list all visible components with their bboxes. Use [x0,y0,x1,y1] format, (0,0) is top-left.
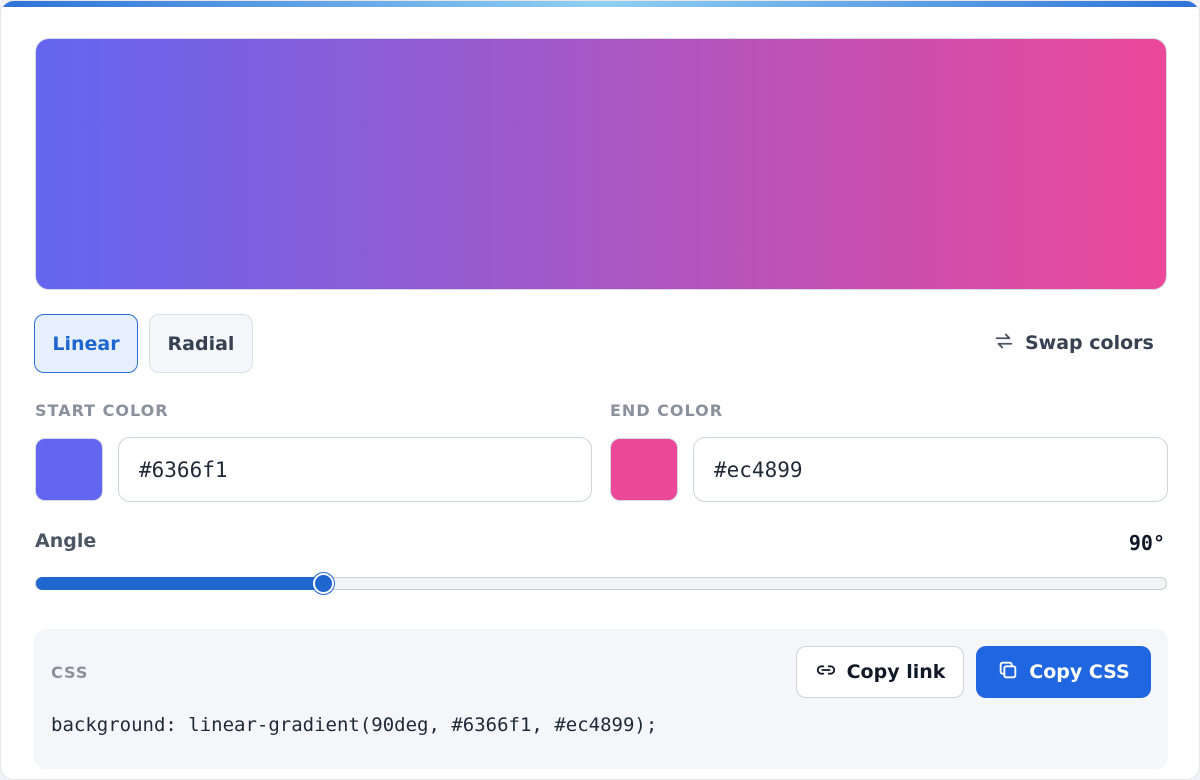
css-label: CSS [51,663,89,682]
copy-icon [997,659,1019,686]
link-icon [815,659,837,686]
swap-icon [993,330,1015,357]
copy-link-label: Copy link [846,661,946,683]
copy-css-button[interactable]: Copy CSS [976,646,1151,698]
css-code: background: linear-gradient(90deg, #6366… [51,714,658,736]
tab-radial[interactable]: Radial [149,314,253,373]
angle-slider-fill [36,577,325,590]
css-output-panel: CSS Copy link Copy CSS background: linea… [34,629,1168,769]
angle-slider-thumb[interactable] [313,573,335,594]
swap-colors-label: Swap colors [1025,332,1154,354]
tab-linear[interactable]: Linear [34,314,138,373]
end-color-input[interactable] [693,437,1168,502]
end-color-label: END COLOR [610,401,724,420]
copy-link-button[interactable]: Copy link [796,646,964,698]
angle-label: Angle [35,530,97,552]
start-color-label: START COLOR [35,401,169,420]
start-color-input[interactable] [118,437,592,502]
top-accent-bar [1,1,1199,7]
end-color-swatch[interactable] [610,438,678,501]
start-color-swatch[interactable] [35,438,103,501]
gradient-preview [35,38,1167,290]
swap-colors-button[interactable]: Swap colors [987,323,1157,363]
angle-value: 90° [1128,531,1165,555]
copy-css-label: Copy CSS [1029,661,1130,683]
angle-slider-track[interactable] [35,577,1167,590]
gradient-generator-card: Linear Radial Swap colors START COLOR EN… [0,0,1200,780]
